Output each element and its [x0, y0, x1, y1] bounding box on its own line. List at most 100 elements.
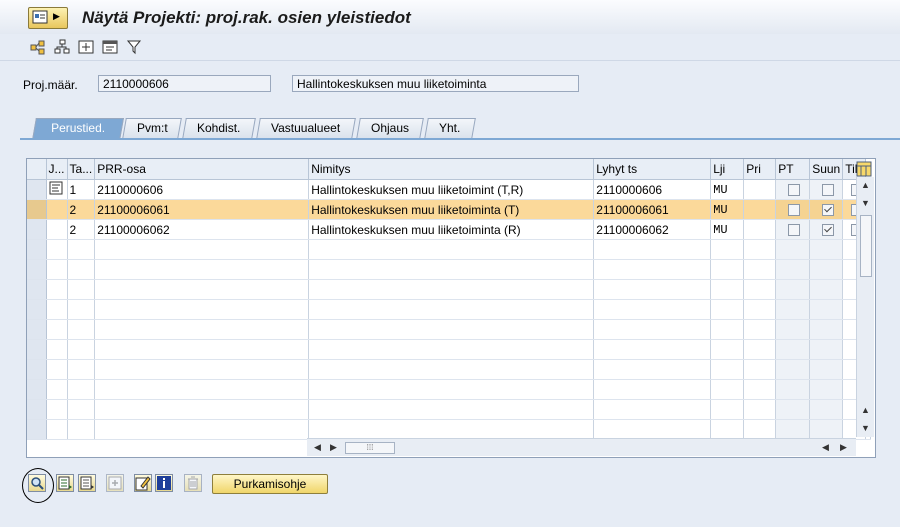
- horizontal-scrollbar-right[interactable]: ◀ ▶: [815, 438, 856, 456]
- scroll-page-down-icon[interactable]: ▼: [857, 420, 874, 437]
- system-menu-button[interactable]: ▶: [28, 7, 68, 29]
- scroll-right-icon[interactable]: ▶: [325, 439, 342, 456]
- structure-icon[interactable]: [54, 39, 70, 55]
- row-selector[interactable]: [27, 259, 47, 280]
- row-selector[interactable]: [27, 279, 47, 300]
- empty-table-row[interactable]: [27, 279, 872, 300]
- cell-prr-osa[interactable]: 21100006062: [94, 219, 310, 240]
- row-selector[interactable]: [27, 419, 47, 440]
- deselect-button[interactable]: [78, 474, 96, 492]
- row-selector[interactable]: [27, 219, 47, 240]
- cell-nimitys[interactable]: Hallintokeskuksen muu liiketoiminta (R): [308, 219, 595, 240]
- pt-checkbox[interactable]: [788, 224, 801, 237]
- column-header-j[interactable]: J...: [46, 159, 68, 180]
- tab-perustied[interactable]: Perustied.: [32, 118, 124, 140]
- cell-pri[interactable]: [743, 219, 777, 240]
- row-selector[interactable]: [27, 319, 47, 340]
- empty-table-row[interactable]: [27, 419, 872, 440]
- pt-checkbox[interactable]: [788, 204, 801, 217]
- empty-table-row[interactable]: [27, 319, 872, 340]
- row-selector[interactable]: [27, 239, 47, 260]
- cell-prr-osa[interactable]: 21100006061: [94, 199, 310, 220]
- row-selector[interactable]: [27, 179, 47, 200]
- tab-ohjaus[interactable]: Ohjaus: [356, 118, 424, 139]
- project-number-field[interactable]: 2110000606: [98, 75, 271, 92]
- scroll-down-icon[interactable]: ▼: [857, 195, 874, 212]
- cell-suun: [809, 279, 844, 300]
- horizontal-scrollbar[interactable]: ◀ ▶ ⁞⁞⁞: [307, 438, 856, 456]
- scroll-left-icon[interactable]: ◀: [309, 439, 326, 456]
- empty-table-row[interactable]: [27, 239, 872, 260]
- suun-checkbox[interactable]: [822, 224, 835, 237]
- vertical-scrollbar[interactable]: ▲ ▼ ▲ ▼: [856, 177, 874, 437]
- delete-button[interactable]: [184, 474, 202, 492]
- scroll-right-icon-2[interactable]: ▶: [835, 439, 852, 456]
- empty-table-row[interactable]: [27, 339, 872, 360]
- row-selector[interactable]: [27, 379, 47, 400]
- column-header-pt[interactable]: PT: [775, 159, 811, 180]
- row-selector[interactable]: [27, 399, 47, 420]
- pt-checkbox[interactable]: [788, 184, 801, 197]
- cell-lyhyt-ts[interactable]: 21100006061: [593, 199, 712, 220]
- expand-icon[interactable]: [78, 39, 94, 55]
- cell-pt: [775, 199, 811, 220]
- empty-table-row[interactable]: [27, 299, 872, 320]
- cell-level: [67, 419, 96, 440]
- column-header-pri[interactable]: Pri: [743, 159, 777, 180]
- cell-prr-osa: [94, 319, 310, 340]
- column-header-lji[interactable]: Lji: [710, 159, 745, 180]
- column-header-prr-osa[interactable]: PRR-osa: [94, 159, 310, 180]
- cell-prr-osa: [94, 399, 310, 420]
- cell-nimitys[interactable]: Hallintokeskuksen muu liiketoimint (T,R): [308, 179, 595, 200]
- cell-lyhyt-ts[interactable]: 2110000606: [593, 179, 712, 200]
- cell-lyhyt-ts[interactable]: 21100006062: [593, 219, 712, 240]
- cell-nimitys[interactable]: Hallintokeskuksen muu liiketoiminta (T): [308, 199, 595, 220]
- row-selector[interactable]: [27, 199, 47, 220]
- cell-lji[interactable]: MU: [710, 179, 745, 200]
- info-button[interactable]: [155, 474, 173, 492]
- cell-pri[interactable]: [743, 179, 777, 200]
- select-all-cell[interactable]: [27, 159, 47, 180]
- tab-pvm[interactable]: Pvm:t: [122, 118, 182, 139]
- table-row[interactable]: 1 2110000606 Hallintokeskuksen muu liiketo…: [27, 179, 872, 200]
- empty-table-row[interactable]: [27, 359, 872, 380]
- details-button[interactable]: [28, 474, 46, 492]
- edit-button[interactable]: [134, 474, 152, 492]
- suun-checkbox[interactable]: [822, 184, 835, 197]
- empty-table-row[interactable]: [27, 379, 872, 400]
- scroll-page-up-icon[interactable]: ▲: [857, 402, 874, 419]
- cell-suun: [809, 419, 844, 440]
- row-selector[interactable]: [27, 359, 47, 380]
- scroll-thumb[interactable]: [860, 215, 872, 277]
- column-header-suun[interactable]: Suun: [809, 159, 844, 180]
- insert-button[interactable]: [106, 474, 124, 492]
- suun-checkbox[interactable]: [822, 204, 835, 217]
- empty-table-row[interactable]: [27, 399, 872, 420]
- tab-kohdist[interactable]: Kohdist.: [182, 118, 256, 139]
- table-row[interactable]: 2 21100006062 Hallintokeskuksen muu liiket…: [27, 219, 872, 240]
- column-header-ta[interactable]: Ta...: [67, 159, 96, 180]
- cell-pri: [743, 279, 777, 300]
- column-header-lyhyt-ts[interactable]: Lyhyt ts: [593, 159, 712, 180]
- scroll-left-icon-2[interactable]: ◀: [817, 439, 834, 456]
- header-icon[interactable]: [102, 39, 118, 55]
- cell-lji[interactable]: MU: [710, 199, 745, 220]
- tab-yht[interactable]: Yht.: [424, 118, 476, 139]
- hierarchy-icon[interactable]: [30, 39, 46, 55]
- row-selector[interactable]: [27, 339, 47, 360]
- cell-lji[interactable]: MU: [710, 219, 745, 240]
- table-settings-icon[interactable]: [856, 161, 872, 177]
- tab-vastuualueet[interactable]: Vastuualueet: [256, 118, 356, 139]
- column-header-nimitys[interactable]: Nimitys: [308, 159, 595, 180]
- select-block-button[interactable]: [56, 474, 74, 492]
- purkamisohje-button[interactable]: Purkamisohje: [212, 474, 328, 494]
- project-description-field[interactable]: Hallintokeskuksen muu liiketoiminta: [292, 75, 579, 92]
- filter-icon[interactable]: [126, 39, 142, 55]
- scroll-up-icon[interactable]: ▲: [857, 177, 874, 194]
- table-row[interactable]: 2 21100006061 Hallintokeskuksen muu liiket…: [27, 199, 872, 220]
- hscroll-thumb[interactable]: ⁞⁞⁞: [345, 442, 395, 454]
- row-selector[interactable]: [27, 299, 47, 320]
- cell-prr-osa[interactable]: 2110000606: [94, 179, 310, 200]
- cell-pri[interactable]: [743, 199, 777, 220]
- empty-table-row[interactable]: [27, 259, 872, 280]
